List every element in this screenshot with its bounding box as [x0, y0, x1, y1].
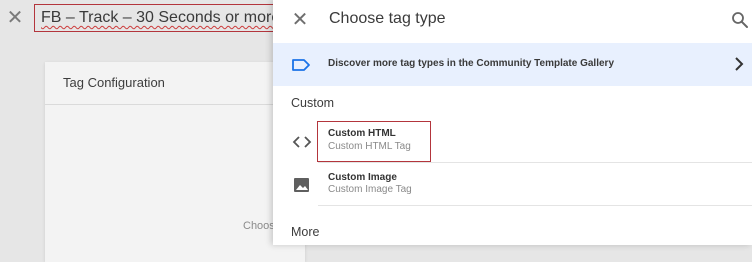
tag-configuration-card[interactable]: Tag Configuration Choos — [45, 62, 305, 262]
gallery-banner-text: Discover more tag types in the Community… — [328, 58, 615, 69]
search-icon[interactable] — [731, 11, 749, 29]
image-icon — [294, 178, 309, 192]
tag-configuration-hint: Choos — [243, 220, 275, 232]
custom-image-subtitle: Custom Image Tag — [328, 184, 412, 195]
section-label-more: More — [291, 225, 320, 239]
tag-type-custom-image[interactable]: Custom Image Custom Image Tag — [273, 164, 752, 206]
list-divider — [318, 162, 752, 163]
tag-configuration-title: Tag Configuration — [63, 75, 165, 90]
panel-title: Choose tag type — [329, 10, 446, 27]
community-gallery-banner[interactable]: Discover more tag types in the Community… — [273, 43, 752, 86]
tag-configuration-header: Tag Configuration — [45, 62, 305, 105]
label-icon — [292, 59, 310, 71]
close-icon[interactable]: ✕ — [6, 8, 24, 28]
section-label-custom: Custom — [291, 96, 335, 110]
list-divider — [318, 205, 752, 206]
tag-name-text: FB – Track – 30 Seconds or more — [41, 9, 281, 26]
panel-header: ✕ Choose tag type — [273, 0, 752, 42]
code-icon — [292, 136, 312, 148]
close-icon[interactable]: ✕ — [289, 9, 311, 31]
tag-name-title[interactable]: FB – Track – 30 Seconds or more — [41, 9, 280, 27]
choose-tag-type-panel: ✕ Choose tag type Discover more tag type… — [273, 0, 752, 245]
custom-html-highlight — [317, 121, 431, 162]
custom-image-title: Custom Image — [328, 172, 397, 183]
chevron-right-icon — [735, 57, 744, 71]
